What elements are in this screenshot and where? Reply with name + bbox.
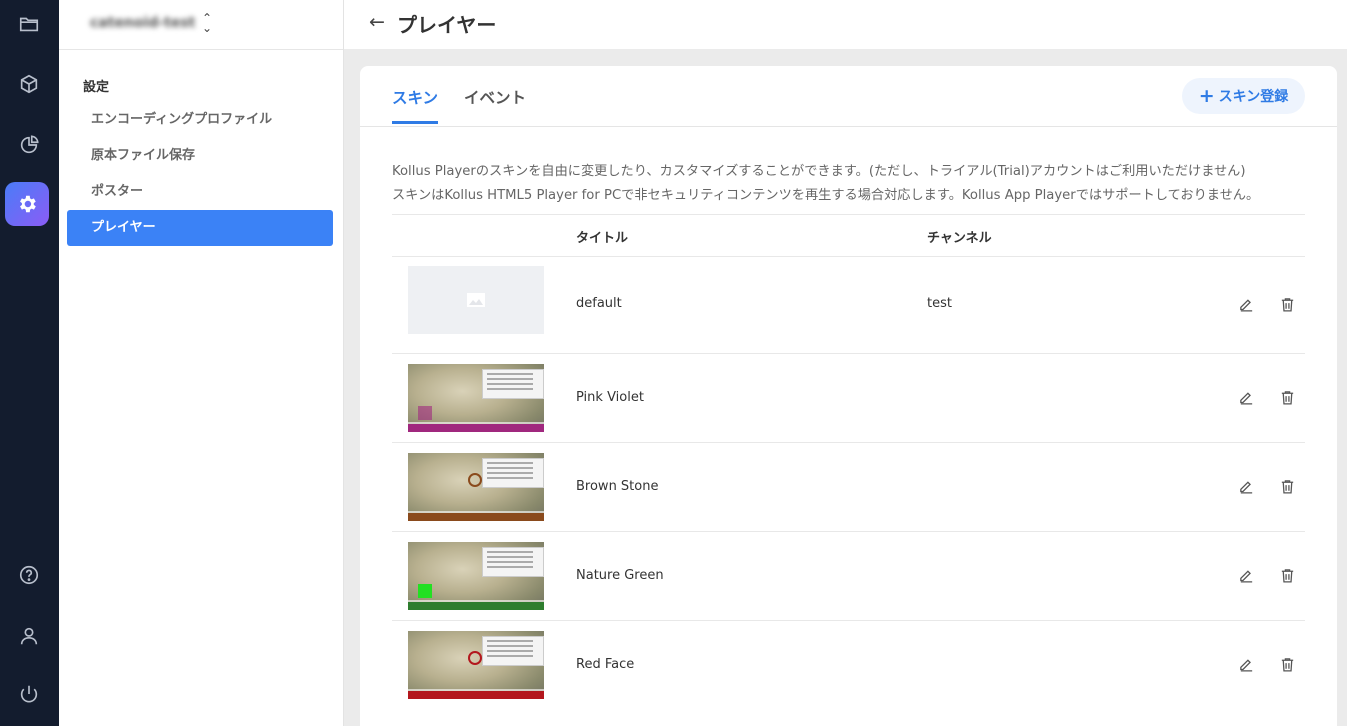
- folder-icon[interactable]: [6, 1, 52, 47]
- tab-skin[interactable]: スキン: [392, 86, 439, 124]
- tab-bar: スキン イベント + スキン登録: [360, 66, 1337, 127]
- edit-icon[interactable]: [1236, 565, 1256, 585]
- column-channel: チャンネル: [927, 231, 992, 246]
- trash-icon[interactable]: [1277, 294, 1297, 314]
- thumbnail-controlbar: [408, 691, 544, 699]
- sidebar-item-encoding-profile[interactable]: エンコーディングプロファイル: [67, 102, 333, 138]
- table-row: Red Face: [392, 620, 1305, 709]
- table-row: default test: [392, 255, 1305, 354]
- sidebar-item-poster[interactable]: ポスター: [67, 174, 333, 210]
- thumbnail-mark: [418, 584, 432, 598]
- sidebar: catenoid-test ⌃ ⌄ 設定 エンコーディングプロファイル 原本ファイ…: [59, 0, 344, 726]
- page-title: プレイヤー: [397, 13, 497, 37]
- cube-icon[interactable]: [6, 61, 52, 107]
- thumbnail-placeholder: [408, 266, 544, 334]
- power-icon[interactable]: [6, 671, 52, 717]
- thumbnail-menu: [482, 369, 544, 399]
- row-channel: test: [927, 296, 952, 311]
- add-skin-button[interactable]: + スキン登録: [1182, 78, 1305, 114]
- workspace-name: catenoid-test: [90, 15, 196, 31]
- thumbnail-mark: [468, 651, 482, 665]
- skin-thumbnail: [408, 453, 544, 521]
- user-icon[interactable]: [6, 613, 52, 659]
- edit-icon[interactable]: [1236, 476, 1256, 496]
- pie-chart-icon[interactable]: [6, 122, 52, 168]
- description-line-1: Kollus Playerのスキンを自由に変更したり、カスタマイズすることができ…: [392, 164, 1246, 179]
- help-icon[interactable]: [6, 552, 52, 598]
- edit-icon[interactable]: [1236, 654, 1256, 674]
- thumbnail-controlbar: [408, 602, 544, 610]
- trash-icon[interactable]: [1277, 476, 1297, 496]
- thumbnail-controlbar: [408, 424, 544, 432]
- arrow-left-icon[interactable]: ←: [369, 11, 385, 33]
- trash-icon[interactable]: [1277, 387, 1297, 407]
- row-title: default: [576, 296, 622, 311]
- skin-thumbnail: [408, 542, 544, 610]
- trash-icon[interactable]: [1277, 565, 1297, 585]
- row-title: Nature Green: [576, 568, 664, 583]
- skin-thumbnail: [408, 364, 544, 432]
- thumbnail-mark: [418, 406, 432, 420]
- trash-icon[interactable]: [1277, 654, 1297, 674]
- table-row: Pink Violet: [392, 353, 1305, 443]
- column-title: タイトル: [576, 231, 629, 246]
- image-icon: [467, 293, 485, 307]
- icon-rail: [0, 0, 59, 726]
- skin-thumbnail: [408, 631, 544, 699]
- edit-icon[interactable]: [1236, 387, 1256, 407]
- table-row: Nature Green: [392, 531, 1305, 621]
- thumbnail-menu: [482, 547, 544, 577]
- page-header: ← プレイヤー: [344, 0, 1347, 49]
- add-skin-label: スキン登録: [1218, 89, 1289, 105]
- chevron-updown-icon[interactable]: ⌃ ⌄: [202, 12, 212, 34]
- row-title: Brown Stone: [576, 479, 659, 494]
- description-line-2: スキンはKollus HTML5 Player for PCで非セキュリティコン…: [392, 188, 1260, 203]
- thumbnail-menu: [482, 636, 544, 666]
- gear-icon[interactable]: [5, 182, 49, 226]
- thumbnail-controlbar: [408, 513, 544, 521]
- content-card: スキン イベント + スキン登録 Kollus Playerのスキンを自由に変更…: [360, 66, 1337, 726]
- table-header: タイトル チャンネル: [392, 214, 1305, 257]
- workspace-selector[interactable]: catenoid-test ⌃ ⌄: [59, 0, 343, 50]
- section-heading: 設定: [83, 80, 110, 95]
- row-title: Red Face: [576, 657, 635, 672]
- description: Kollus Playerのスキンを自由に変更したり、カスタマイズすることができ…: [392, 160, 1259, 208]
- thumbnail-mark: [468, 473, 482, 487]
- sidebar-item-original-file[interactable]: 原本ファイル保存: [67, 138, 333, 174]
- plus-icon: +: [1198, 84, 1215, 107]
- row-title: Pink Violet: [576, 390, 644, 405]
- thumbnail-menu: [482, 458, 544, 488]
- tab-event[interactable]: イベント: [464, 86, 526, 121]
- table-row: Brown Stone: [392, 442, 1305, 532]
- sidebar-item-player[interactable]: プレイヤー: [67, 210, 333, 246]
- edit-icon[interactable]: [1236, 294, 1256, 314]
